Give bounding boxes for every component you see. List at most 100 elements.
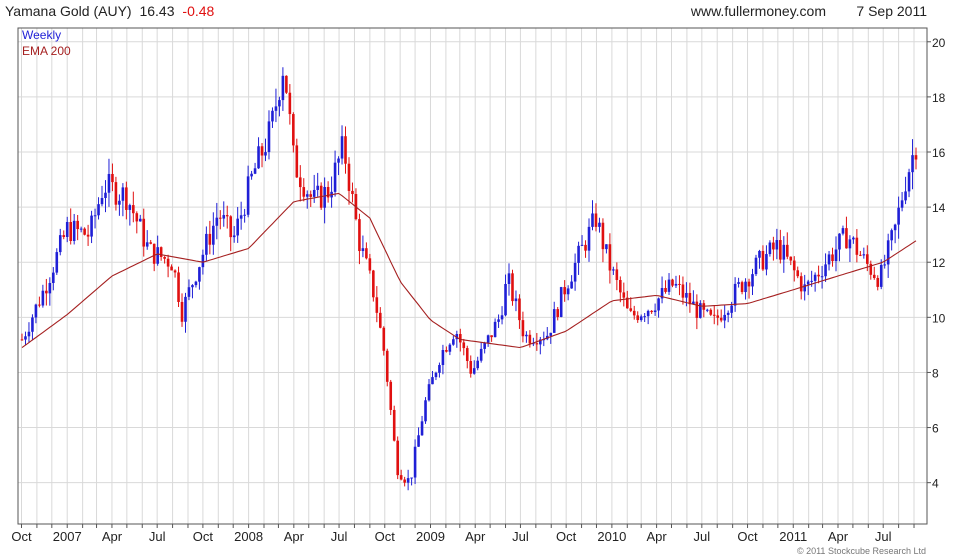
candle-body xyxy=(83,228,86,235)
candle-body xyxy=(351,190,354,195)
candle-body xyxy=(872,274,876,278)
candle-body xyxy=(97,204,100,216)
candle-body xyxy=(500,315,504,320)
candle-body xyxy=(378,312,382,328)
candle-body xyxy=(111,173,114,183)
candle-body xyxy=(883,264,886,266)
candle-body xyxy=(639,316,643,321)
candle-body xyxy=(236,218,239,236)
candle-body xyxy=(848,239,852,249)
candle-body xyxy=(316,185,319,190)
candle-body xyxy=(549,332,553,336)
candle-body xyxy=(434,372,438,378)
candle-body xyxy=(712,314,716,316)
candle-body xyxy=(347,163,351,191)
candle-body xyxy=(904,191,907,201)
y-tick-label: 20 xyxy=(932,36,946,50)
candle-body xyxy=(368,258,372,271)
candle-body xyxy=(149,242,153,244)
y-tick-label: 12 xyxy=(932,256,946,270)
candle-body xyxy=(584,244,587,251)
candle-body xyxy=(719,317,723,321)
candle-body xyxy=(309,194,313,197)
candle-body xyxy=(427,384,431,401)
candle-body xyxy=(205,233,208,255)
candle-body xyxy=(55,252,59,273)
candle-body xyxy=(281,75,285,101)
candle-body xyxy=(907,172,911,192)
candle-body xyxy=(744,281,747,293)
candle-body xyxy=(340,136,344,159)
candle-body xyxy=(619,280,622,293)
candle-body xyxy=(855,237,859,255)
candle-body xyxy=(824,264,827,277)
candle-body xyxy=(643,316,646,318)
candle-body xyxy=(810,280,813,282)
candle-body xyxy=(886,240,890,265)
candle-body xyxy=(716,315,720,318)
candle-body xyxy=(591,213,594,227)
y-tick-label: 6 xyxy=(932,422,939,436)
candle-body xyxy=(605,244,608,250)
candle-body xyxy=(497,319,500,322)
candle-body xyxy=(879,264,883,287)
candle-body xyxy=(406,478,410,483)
candle-body xyxy=(587,226,591,251)
candle-body xyxy=(775,240,779,250)
candle-body xyxy=(166,258,170,267)
candle-body xyxy=(813,274,817,281)
candle-body xyxy=(792,260,796,271)
candle-body xyxy=(779,240,782,260)
candle-body xyxy=(48,282,52,294)
candle-body xyxy=(796,270,800,277)
candle-body xyxy=(392,409,396,441)
candle-body xyxy=(688,292,692,305)
candle-body xyxy=(145,242,149,247)
candle-body xyxy=(632,310,636,316)
candle-body xyxy=(612,269,615,271)
candle-body xyxy=(246,176,250,215)
x-tick-label: 2008 xyxy=(234,529,263,544)
candle-body xyxy=(462,342,466,349)
candle-body xyxy=(723,314,726,321)
candle-body xyxy=(285,75,288,93)
candle-body xyxy=(726,312,730,315)
candle-body xyxy=(685,292,688,298)
candle-body xyxy=(876,277,880,287)
candle-body xyxy=(751,274,754,287)
candle-body xyxy=(570,281,573,289)
candle-body xyxy=(577,245,580,263)
candle-body xyxy=(93,215,97,217)
candle-body xyxy=(438,365,441,373)
candle-body xyxy=(278,100,281,107)
candle-body xyxy=(135,213,139,222)
stock-chart: Yamana Gold (AUY) 16.43 -0.48 www.fuller… xyxy=(0,0,980,560)
x-tick-label: Jul xyxy=(875,529,892,544)
candle-body xyxy=(768,242,772,255)
candle-body xyxy=(890,230,893,241)
candle-body xyxy=(90,215,93,237)
candle xyxy=(285,75,288,94)
candle-body xyxy=(72,220,76,241)
candle-body xyxy=(852,237,855,240)
candle-body xyxy=(472,368,476,374)
x-tick-label: Oct xyxy=(11,529,32,544)
candle-body xyxy=(288,92,292,115)
candle-body xyxy=(841,228,845,234)
x-tick-label: Apr xyxy=(828,529,849,544)
price-change: -0.48 xyxy=(182,3,214,19)
candle-body xyxy=(671,279,674,286)
candle-body xyxy=(257,146,260,169)
y-tick-label: 16 xyxy=(932,146,946,160)
candle-body xyxy=(41,290,45,306)
candle-body xyxy=(31,317,34,332)
candle-body xyxy=(295,145,299,178)
candle xyxy=(372,269,375,302)
chart-date: 7 Sep 2011 xyxy=(856,3,927,19)
candle-body xyxy=(765,254,768,270)
candle-body xyxy=(410,477,413,479)
candle xyxy=(754,254,758,277)
candle-body xyxy=(389,381,393,410)
candle-body xyxy=(831,254,834,262)
candle-body xyxy=(260,146,264,156)
